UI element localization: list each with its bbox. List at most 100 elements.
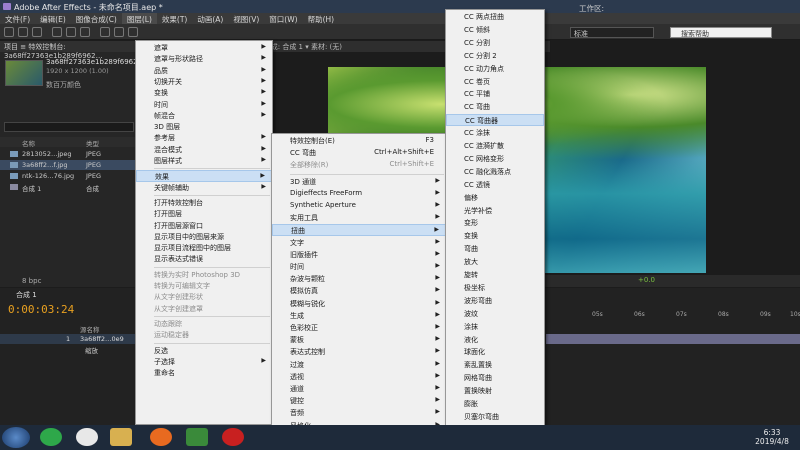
layer-menu-item[interactable]: 帧混合 ▶ xyxy=(136,110,272,122)
qq-icon[interactable] xyxy=(76,428,98,446)
time-ruler[interactable]: 05s 06s 07s 08s 09s 10s xyxy=(546,311,800,321)
distort-menu-item[interactable]: 液化 xyxy=(446,334,544,346)
layer-menu-item[interactable]: 切换开关 ▶ xyxy=(136,76,272,88)
layer-menu-item[interactable]: 效果 ▶ xyxy=(136,170,272,183)
menu-help[interactable]: 帮助(H) xyxy=(303,13,340,24)
distort-menu-item[interactable]: 贝塞尔弯曲 xyxy=(446,411,544,423)
distort-menu-item[interactable]: 波纹 xyxy=(446,308,544,320)
menu-view[interactable]: 视图(V) xyxy=(228,13,264,24)
distort-menu-item[interactable]: CC 动力角点 xyxy=(446,63,544,75)
layer-menu-item[interactable]: 转换为可编辑文字 xyxy=(136,280,272,292)
menu-animation[interactable]: 动画(A) xyxy=(192,13,228,24)
effect-menu-item[interactable]: 蒙板 ▶ xyxy=(272,334,446,346)
distort-menu-item[interactable]: 光学补偿 xyxy=(446,205,544,217)
effect-menu-item[interactable]: 旧版插件 ▶ xyxy=(272,249,446,261)
distort-menu-item[interactable]: 紊乱置换 xyxy=(446,359,544,371)
record-icon[interactable] xyxy=(222,428,244,446)
effect-menu-item[interactable]: 通道 ▶ xyxy=(272,383,446,395)
effect-menu-item[interactable]: 透视 ▶ xyxy=(272,371,446,383)
effect-menu-item[interactable]: 时间 ▶ xyxy=(272,261,446,273)
effect-menu-item[interactable]: 扭曲 ▶ xyxy=(272,224,446,237)
distort-menu-item[interactable]: CC 分割 2 xyxy=(446,50,544,62)
layer-duration-bar[interactable] xyxy=(546,334,800,344)
effect-menu-item[interactable]: 特效控制台(E) F3 xyxy=(272,135,446,147)
distort-menu-item[interactable]: CC 分割 xyxy=(446,37,544,49)
distort-menu-item[interactable]: 涂抹 xyxy=(446,321,544,333)
distort-menu-item[interactable]: CC 透镜 xyxy=(446,179,544,191)
layer-menu-item[interactable]: 子选择 ▶ xyxy=(136,356,272,368)
layer-menu-item[interactable]: 打开图层源窗口 xyxy=(136,220,272,232)
distort-menu-item[interactable]: 网格弯曲 xyxy=(446,372,544,384)
distort-menu-item[interactable]: 变形 xyxy=(446,217,544,229)
effect-menu-item[interactable]: CC 弯曲 Ctrl+Alt+Shift+E xyxy=(272,147,446,159)
menu-window[interactable]: 窗口(W) xyxy=(264,13,302,24)
layer-menu-item[interactable]: 时间 ▶ xyxy=(136,99,272,111)
firefox-icon[interactable] xyxy=(150,428,172,446)
layer-menu-item[interactable]: 反选 xyxy=(136,345,272,357)
layer-menu-item[interactable]: 遮罩 ▶ xyxy=(136,42,272,54)
effect-menu-item[interactable]: 键控 ▶ xyxy=(272,395,446,407)
file-explorer-icon[interactable] xyxy=(110,428,132,446)
menu-edit[interactable]: 编辑(E) xyxy=(35,13,71,24)
layer-menu-item[interactable]: 遮罩与形状路径 ▶ xyxy=(136,53,272,65)
effect-menu-item[interactable]: Synthetic Aperture ▶ xyxy=(272,200,446,212)
distort-menu-item[interactable]: 弯曲 xyxy=(446,243,544,255)
effect-menu-item[interactable]: 文字 ▶ xyxy=(272,237,446,249)
column-name[interactable]: 名称 xyxy=(22,138,35,148)
pan-behind-tool-icon[interactable] xyxy=(80,27,90,37)
layer-menu-item[interactable]: 动态跟踪 xyxy=(136,318,272,330)
effect-menu-item[interactable]: 音频 ▶ xyxy=(272,407,446,419)
project-panel-tabs[interactable]: 项目 ≡ 特效控制台: 3a68ff27363e1b289f6962… xyxy=(0,41,138,60)
hand-tool-icon[interactable] xyxy=(18,27,28,37)
distort-menu-item[interactable]: 放大 xyxy=(446,256,544,268)
media-player-icon[interactable] xyxy=(186,428,208,446)
distort-menu-item[interactable]: CC 网格变形 xyxy=(446,153,544,165)
distort-menu-item[interactable]: CC 倾斜 xyxy=(446,24,544,36)
layer-menu-item[interactable]: 转换为实时 Photoshop 3D xyxy=(136,269,272,281)
effect-menu-item[interactable]: 过渡 ▶ xyxy=(272,359,446,371)
layer-menu-item[interactable]: 显示表达式错误 xyxy=(136,253,272,265)
distort-menu-item[interactable]: CC 弯曲器 xyxy=(446,114,544,127)
browser-icon[interactable] xyxy=(40,428,62,446)
effect-menu-item[interactable]: 实用工具 ▶ xyxy=(272,212,446,224)
layer-menu-item[interactable]: 品质 ▶ xyxy=(136,65,272,77)
layer-menu-item[interactable]: 从文字创建形状 xyxy=(136,291,272,303)
effect-menu-item[interactable]: 模糊与锐化 ▶ xyxy=(272,298,446,310)
layer-menu-item[interactable]: 显示项目中的图层来源 xyxy=(136,231,272,243)
distort-menu-item[interactable]: 旋转 xyxy=(446,269,544,281)
current-timecode[interactable]: 0:00:03:24 xyxy=(8,303,74,316)
distort-menu-item[interactable]: 变换 xyxy=(446,230,544,242)
distort-menu-item[interactable]: CC 涟漪扩散 xyxy=(446,140,544,152)
exposure-value[interactable]: +0.0 xyxy=(638,276,655,284)
distort-menu-item[interactable]: CC 融化溅落点 xyxy=(446,166,544,178)
distort-menu-item[interactable]: CC 卷页 xyxy=(446,76,544,88)
workspace-select[interactable]: 标准 xyxy=(570,27,654,38)
menu-composition[interactable]: 图像合成(C) xyxy=(71,13,122,24)
layer-menu-item[interactable]: 混合模式 ▶ xyxy=(136,144,272,156)
layer-menu-item[interactable]: 变换 ▶ xyxy=(136,87,272,99)
menu-effect[interactable]: 效果(T) xyxy=(157,13,192,24)
text-tool-icon[interactable] xyxy=(128,27,138,37)
scale-property[interactable]: 缩放 xyxy=(85,345,98,355)
distort-menu-item[interactable]: 波形弯曲 xyxy=(446,295,544,307)
distort-menu-item[interactable]: CC 弯曲 xyxy=(446,101,544,113)
rotate-tool-icon[interactable] xyxy=(52,27,62,37)
menu-layer[interactable]: 图层(L) xyxy=(121,13,157,24)
menu-file[interactable]: 文件(F) xyxy=(0,13,35,24)
layer-menu-item[interactable]: 关键帧辅助 ▶ xyxy=(136,182,272,194)
camera-tool-icon[interactable] xyxy=(66,27,76,37)
layer-menu-item[interactable]: 打开图层 xyxy=(136,208,272,220)
column-type[interactable]: 类型 xyxy=(86,138,99,148)
distort-menu-item[interactable]: 偏移 xyxy=(446,192,544,204)
distort-menu-item[interactable]: CC 平铺 xyxy=(446,88,544,100)
distort-menu-item[interactable]: 膨胀 xyxy=(446,398,544,410)
project-item[interactable]: 2813052…jpeg JPEG xyxy=(0,149,138,159)
help-search-input[interactable]: 搜索帮助 xyxy=(670,27,772,38)
effect-menu-item[interactable]: 全部移除(R) Ctrl+Shift+E xyxy=(272,159,446,171)
bit-depth-button[interactable]: 8 bpc xyxy=(22,277,41,285)
layer-menu-item[interactable]: 图层样式 ▶ xyxy=(136,155,272,167)
effect-menu-item[interactable]: 表达式控制 ▶ xyxy=(272,346,446,358)
layer-menu-item[interactable]: 3D 图层 xyxy=(136,121,272,133)
project-item[interactable]: 3a68ff2…f.jpg JPEG xyxy=(0,160,138,170)
layer-menu-item[interactable]: 从文字创建遮罩 xyxy=(136,303,272,315)
